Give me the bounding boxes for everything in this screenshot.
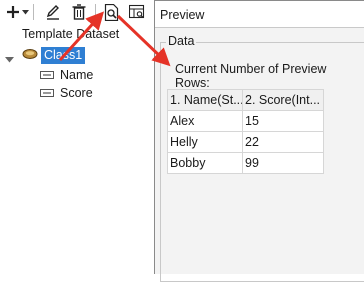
edit-icon[interactable] bbox=[44, 3, 62, 21]
toolbar bbox=[0, 0, 152, 24]
add-icon[interactable] bbox=[4, 3, 22, 21]
tree-item-class[interactable]: Class1 bbox=[22, 47, 86, 64]
table-cell[interactable]: 15 bbox=[242, 110, 324, 132]
table-header-row: 1. Name(St... 2. Score(Int... bbox=[167, 89, 324, 111]
delete-icon[interactable] bbox=[70, 3, 88, 21]
preview-window: Preview Data Current Number of Preview R… bbox=[154, 0, 364, 282]
preview-title: Preview bbox=[160, 8, 205, 22]
tree-item-field[interactable]: Score bbox=[40, 84, 93, 101]
tree-item-class-label: Class1 bbox=[41, 47, 86, 64]
table-cell[interactable]: Helly bbox=[167, 131, 243, 153]
preview-icon[interactable] bbox=[103, 3, 121, 21]
collapse-arrow-icon[interactable] bbox=[5, 52, 14, 66]
table-row[interactable]: Bobby 99 bbox=[167, 152, 324, 174]
table-cell[interactable]: Alex bbox=[167, 110, 243, 132]
toolbar-separator bbox=[94, 3, 96, 21]
table-cell[interactable]: 99 bbox=[242, 152, 324, 174]
field-icon bbox=[40, 86, 54, 100]
field-icon bbox=[40, 68, 54, 82]
table-cell[interactable]: Bobby bbox=[167, 152, 243, 174]
preview-title-bar[interactable]: Preview bbox=[155, 1, 364, 28]
tree-item-field-label: Name bbox=[60, 67, 94, 82]
column-header[interactable]: 1. Name(St... bbox=[167, 89, 243, 111]
table-cell[interactable]: 22 bbox=[242, 131, 324, 153]
data-group-label: Data bbox=[166, 34, 197, 48]
table-row[interactable]: Alex 15 bbox=[167, 110, 324, 132]
tree-title: Template Dataset bbox=[22, 27, 120, 41]
tree-item-field-label: Score bbox=[60, 85, 93, 100]
table-row[interactable]: Helly 22 bbox=[167, 131, 324, 153]
preview-table: 1. Name(St... 2. Score(Int... Alex 15 He… bbox=[167, 89, 324, 174]
column-header[interactable]: 2. Score(Int... bbox=[242, 89, 324, 111]
table-preview-icon[interactable] bbox=[128, 3, 146, 21]
tree-item-field[interactable]: Name bbox=[40, 66, 93, 83]
preview-rows-label: Current Number of Preview Rows: bbox=[175, 62, 327, 90]
dropdown-icon[interactable] bbox=[21, 3, 29, 21]
toolbar-separator bbox=[32, 3, 34, 21]
dataset-class-icon bbox=[22, 48, 38, 63]
